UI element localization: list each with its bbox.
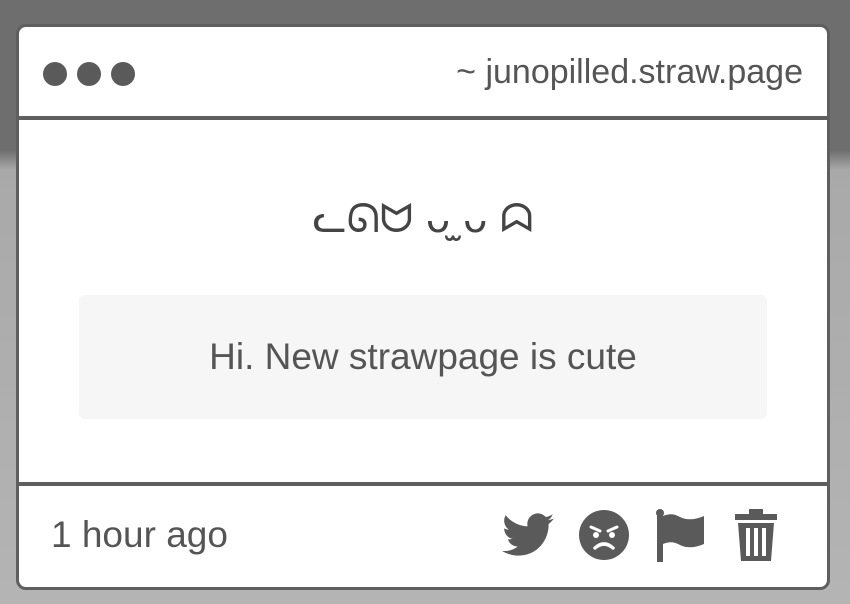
angry-face-icon bbox=[579, 510, 629, 560]
twitter-icon bbox=[502, 513, 554, 556]
post-footer: 1 hour ago bbox=[19, 482, 827, 587]
window-controls bbox=[43, 62, 135, 86]
window-titlebar: ~ junopilled.straw.page bbox=[19, 27, 827, 120]
window-dot-2[interactable] bbox=[77, 62, 101, 86]
window-dot-3[interactable] bbox=[111, 62, 135, 86]
flag-icon bbox=[656, 509, 704, 562]
window-dot-1[interactable] bbox=[43, 62, 67, 86]
post-actions bbox=[501, 508, 783, 562]
post-emoticon: ᓚᘏᗢ ᴗ ̫ᴗ ᗣ bbox=[312, 196, 534, 242]
trash-icon bbox=[735, 509, 777, 561]
post-card: ~ junopilled.straw.page ᓚᘏᗢ ᴗ ̫ᴗ ᗣ Hi. N… bbox=[16, 24, 830, 590]
page-url[interactable]: ~ junopilled.straw.page bbox=[456, 53, 803, 92]
react-angry-button[interactable] bbox=[577, 508, 631, 562]
report-button[interactable] bbox=[653, 508, 707, 562]
post-timestamp: 1 hour ago bbox=[51, 514, 228, 555]
delete-button[interactable] bbox=[729, 508, 783, 562]
share-twitter-button[interactable] bbox=[501, 508, 555, 562]
post-content: ᓚᘏᗢ ᴗ ̫ᴗ ᗣ Hi. New strawpage is cute bbox=[19, 120, 827, 482]
message-text: Hi. New strawpage is cute bbox=[209, 336, 637, 377]
message-box: Hi. New strawpage is cute bbox=[79, 295, 767, 419]
